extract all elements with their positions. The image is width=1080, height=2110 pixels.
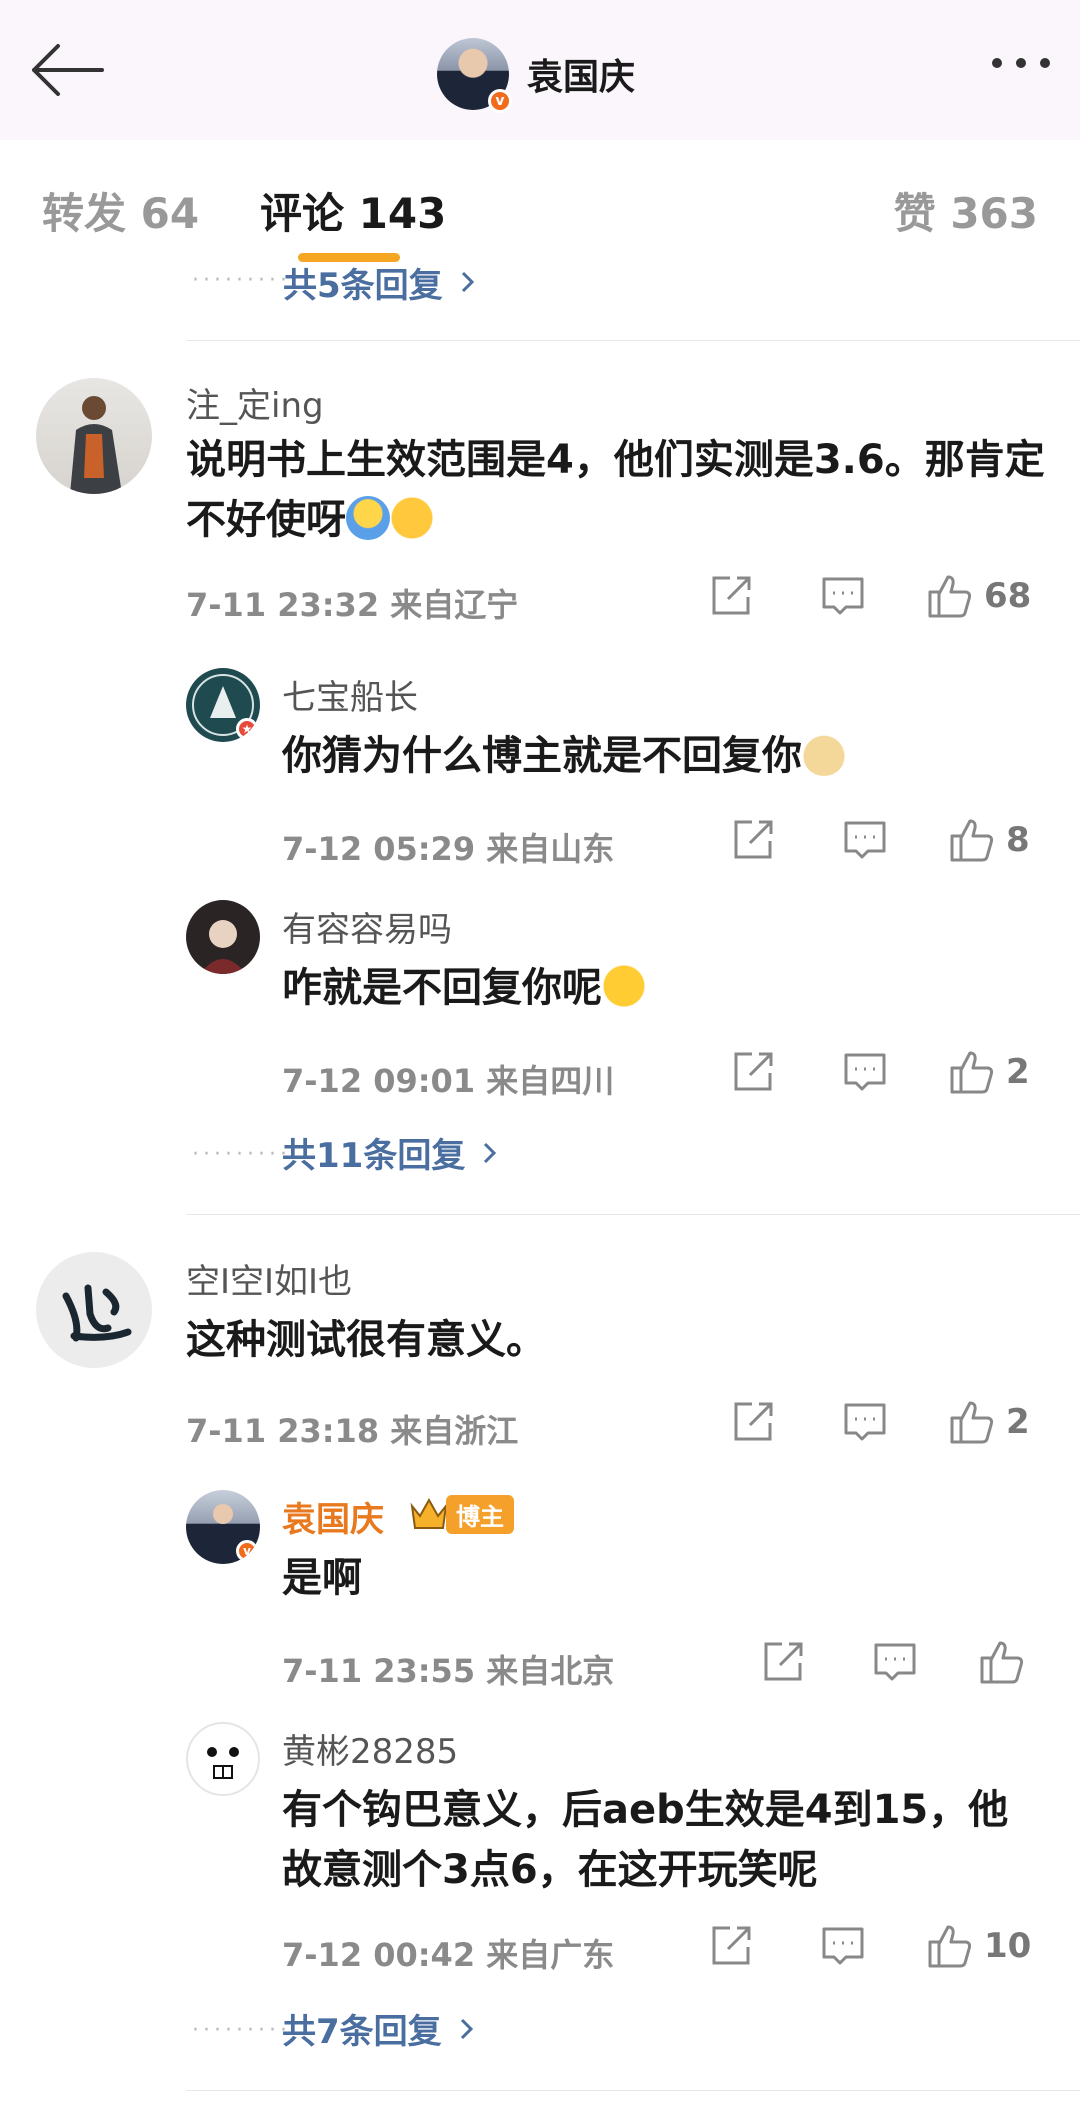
comment-actions <box>760 1638 1026 1686</box>
shrug-emoji-icon <box>346 496 390 540</box>
avatar-image <box>200 920 246 974</box>
tab-bar: 转发 64 评论 143 赞 363 <box>0 140 1080 270</box>
comment-actions: 68 <box>708 572 1031 620</box>
comment-text: 是啊 <box>282 1555 362 1601</box>
comment-icon[interactable] <box>842 817 888 863</box>
avatar[interactable]: v <box>437 38 512 113</box>
share-icon[interactable] <box>730 1399 776 1445</box>
avatar-image <box>70 396 122 494</box>
top-bar: v 袁国庆 <box>0 0 1080 141</box>
avatar[interactable] <box>36 378 152 494</box>
comment-meta: 7-11 23:55 来自北京 <box>282 1652 615 1690</box>
reply-dots: ········· <box>192 1142 291 1167</box>
like-button[interactable]: 68 <box>926 572 1031 620</box>
yum-emoji-icon <box>390 496 434 540</box>
doge-emoji-icon <box>802 732 846 776</box>
avatar-image <box>207 1747 239 1779</box>
like-button[interactable]: 10 <box>926 1922 1031 1970</box>
avatar[interactable] <box>36 1252 152 1368</box>
divider <box>186 2090 1080 2091</box>
more-replies-link[interactable]: 共11条回复 <box>282 1128 505 1177</box>
like-button[interactable]: 2 <box>948 1048 1030 1096</box>
header-profile[interactable]: v 袁国庆 <box>437 38 636 113</box>
thumb-up-icon <box>950 1051 994 1094</box>
active-tab-indicator <box>298 253 400 262</box>
avatar[interactable] <box>186 1722 260 1796</box>
share-icon[interactable] <box>708 573 754 619</box>
like-button[interactable]: 8 <box>948 816 1030 864</box>
username[interactable]: 袁国庆 <box>282 1492 384 1541</box>
comment-text: 有个钩巴意义，后aeb生效是4到15，他故意测个3点6，在这开玩笑呢 <box>282 1787 1009 1893</box>
share-icon[interactable] <box>730 1049 776 1095</box>
more-replies-link[interactable]: 共5条回复 <box>283 262 483 302</box>
username[interactable]: 有容容易吗 <box>282 902 452 951</box>
verified-badge-icon: v <box>488 89 512 113</box>
arrow-left-icon[interactable] <box>28 40 108 100</box>
comment-icon[interactable] <box>842 1399 888 1445</box>
verified-badge-icon: ★ <box>236 718 258 740</box>
avatar[interactable] <box>186 900 260 974</box>
page-title: 袁国庆 <box>527 57 636 98</box>
comment-text: 说明书上生效范围是4，他们实测是3.6。那肯定不好使呀 <box>186 437 1045 543</box>
comment-actions: 2 <box>730 1048 1030 1096</box>
thumb-up-icon <box>928 1925 972 1968</box>
avatar[interactable]: v <box>186 1490 260 1564</box>
divider <box>186 340 1080 341</box>
comment-actions: 8 <box>730 816 1030 864</box>
tab-comments[interactable]: 评论 143 <box>260 180 446 241</box>
comment-meta: 7-12 09:01 来自四川 <box>282 1062 615 1100</box>
more-dots-icon[interactable] <box>992 58 1050 68</box>
share-icon[interactable] <box>760 1639 806 1685</box>
like-button[interactable] <box>978 1638 1026 1686</box>
share-icon[interactable] <box>708 1923 754 1969</box>
avatar-image <box>62 1284 132 1342</box>
comment-actions: 10 <box>708 1922 1031 1970</box>
share-icon[interactable] <box>730 817 776 863</box>
comment-text: 这种测试很有意义。 <box>186 1317 546 1363</box>
tab-reposts[interactable]: 转发 64 <box>42 180 199 241</box>
comment-icon[interactable] <box>820 1923 866 1969</box>
comment-icon[interactable] <box>842 1049 888 1095</box>
comment-meta: 7-12 00:42 来自广东 <box>282 1936 615 1974</box>
more-replies-link[interactable]: 共7条回复 <box>282 2004 482 2053</box>
thumb-up-icon <box>980 1641 1024 1684</box>
reply-dots: ········· <box>192 268 291 293</box>
avatar[interactable]: ★ <box>186 668 260 742</box>
chevron-right-icon <box>460 2018 473 2039</box>
thumb-up-icon <box>950 1401 994 1444</box>
comment-text: 你猜为什么博主就是不回复你 <box>282 726 1042 786</box>
username[interactable]: 黄彬28285 <box>282 1724 458 1773</box>
comment-meta: 7-11 23:32 来自辽宁 <box>186 586 519 624</box>
username[interactable]: 七宝船长 <box>282 670 418 719</box>
thumb-up-icon <box>950 819 994 862</box>
reply-dots: ········· <box>192 2018 291 2043</box>
chevron-right-icon <box>461 271 474 293</box>
username[interactable]: 空I空I如I也 <box>186 1254 352 1303</box>
thumb-up-icon <box>928 575 972 618</box>
comment-icon[interactable] <box>872 1639 918 1685</box>
chevron-right-icon <box>484 1142 497 1163</box>
crown-icon <box>410 1497 448 1529</box>
username[interactable]: 注_定ing <box>186 378 324 427</box>
tab-likes[interactable]: 赞 363 <box>894 180 1038 241</box>
comment-meta: 7-12 05:29 来自山东 <box>282 830 615 868</box>
divider <box>186 1214 1080 1215</box>
comment-actions: 2 <box>730 1398 1030 1446</box>
comment-meta: 7-11 23:18 来自浙江 <box>186 1412 519 1450</box>
comment-text: 咋就是不回复你呢 <box>282 958 1042 1018</box>
verified-badge-icon: v <box>236 1540 258 1562</box>
laughing-emoji-icon <box>602 964 646 1008</box>
like-button[interactable]: 2 <box>948 1398 1030 1446</box>
comment-icon[interactable] <box>820 573 866 619</box>
blogger-badge: 博主 <box>408 1494 514 1534</box>
